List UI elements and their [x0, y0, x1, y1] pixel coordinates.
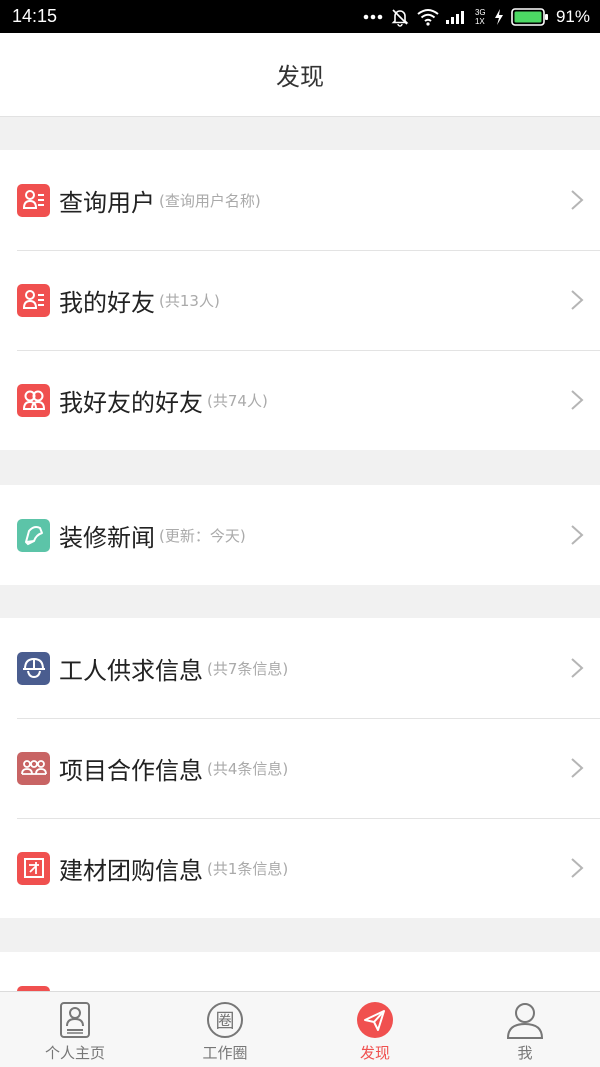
- list-item-my-friends[interactable]: 我的好友 (共13人): [0, 250, 600, 350]
- item-label: 建材团购信息: [59, 856, 203, 885]
- list-item-worker-supply[interactable]: 工人供求信息 (共7条信息): [0, 618, 600, 718]
- bottom-tab-bar: 个人主页 圈 工作圈 发现 我: [0, 991, 600, 1067]
- item-sub: (查询用户名称): [159, 191, 261, 210]
- user-card-icon: [17, 283, 50, 317]
- cooperation-icon: [17, 751, 50, 785]
- list-item-friends-of-friends[interactable]: 我好友的好友 (共74人): [0, 350, 600, 450]
- tab-me[interactable]: 我: [450, 992, 600, 1067]
- bell-off-icon: [391, 8, 409, 27]
- chevron-right-icon: [571, 525, 584, 545]
- chevron-right-icon: [571, 190, 584, 210]
- chevron-right-icon: [571, 858, 584, 878]
- status-bar: 14:15 3G 1X 91%: [0, 0, 600, 33]
- group-info: 工人供求信息 (共7条信息) 项目合作信息 (共4条信息) 建材团购信息 (共1…: [0, 618, 600, 918]
- news-bell-icon: [17, 518, 50, 552]
- item-label: 工人供求信息: [59, 656, 203, 685]
- page-title: 发现: [276, 63, 324, 91]
- list-item-search-user[interactable]: 查询用户 (查询用户名称): [0, 150, 600, 250]
- chevron-right-icon: [571, 758, 584, 778]
- group-friends: 查询用户 (查询用户名称) 我的好友 (共13人) 我好友的好友 (共74人): [0, 150, 600, 450]
- tab-work-circle[interactable]: 圈 工作圈: [150, 992, 300, 1067]
- battery-percent: 91%: [555, 6, 590, 26]
- wifi-icon: [417, 8, 439, 26]
- page-header: 发现: [0, 33, 600, 117]
- work-circle-icon: 圈: [205, 1000, 245, 1040]
- battery-icon: [511, 7, 548, 26]
- item-label: 我好友的好友: [59, 388, 203, 417]
- tab-discover[interactable]: 发现: [300, 992, 450, 1067]
- item-label: 项目合作信息: [59, 756, 203, 785]
- more-dots-icon: [363, 14, 383, 19]
- chevron-right-icon: [571, 658, 584, 678]
- tab-label: 我: [517, 1044, 533, 1062]
- user-card-icon: [17, 183, 50, 217]
- group-news: 装修新闻 (更新：今天): [0, 485, 600, 585]
- item-label: 装修新闻: [59, 523, 155, 552]
- item-label: 查询用户: [59, 188, 155, 217]
- item-sub: (共1条信息): [207, 859, 289, 878]
- list-item-group-buy[interactable]: 建材团购信息 (共1条信息): [0, 818, 600, 918]
- tab-label: 发现: [359, 1044, 390, 1062]
- item-label: 我的好友: [59, 288, 155, 317]
- item-sub: (共7条信息): [207, 659, 289, 678]
- discover-plane-icon: [355, 1000, 395, 1040]
- group-buy-icon: [17, 851, 50, 885]
- item-sub: (共74人): [207, 391, 268, 410]
- chevron-right-icon: [571, 290, 584, 310]
- tab-label: 工作圈: [202, 1044, 248, 1062]
- worker-helmet-icon: [17, 651, 50, 685]
- network-type: 3G 1X: [474, 7, 486, 26]
- item-sub: (共13人): [159, 291, 220, 310]
- item-sub: (更新：今天): [159, 526, 246, 545]
- friends-icon: [17, 383, 50, 417]
- signal-icon: [445, 10, 464, 24]
- me-person-icon: [505, 1000, 545, 1040]
- status-time: 14:15: [12, 6, 58, 26]
- tab-profile[interactable]: 个人主页: [0, 992, 150, 1067]
- tab-label: 个人主页: [44, 1044, 105, 1062]
- profile-page-icon: [55, 1000, 95, 1040]
- chevron-right-icon: [571, 390, 584, 410]
- charging-icon: [494, 8, 503, 25]
- list-item-decoration-news[interactable]: 装修新闻 (更新：今天): [0, 485, 600, 585]
- list-item-project-cooperation[interactable]: 项目合作信息 (共4条信息): [0, 718, 600, 818]
- work-circle-glyph: 圈: [215, 1010, 234, 1032]
- status-icons: 3G 1X 91%: [363, 7, 590, 27]
- item-sub: (共4条信息): [207, 759, 289, 778]
